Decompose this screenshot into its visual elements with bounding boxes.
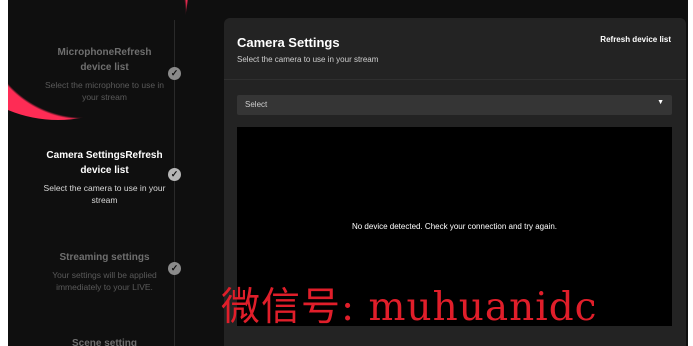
step-description: Select the microphone to use in your str… <box>44 80 165 102</box>
panel-title: Camera Settings <box>237 35 340 50</box>
step-description: Your settings will be applied immediatel… <box>52 270 157 292</box>
caret-down-icon: ▼ <box>657 99 664 106</box>
checkmark-icon: ✓ <box>168 168 181 181</box>
step-scene-setting[interactable]: Scene setting <box>42 336 167 346</box>
step-microphone[interactable]: MicrophoneRefresh device list Select the… <box>42 45 167 103</box>
step-title: Scene setting <box>71 338 138 346</box>
checkmark-icon: ✓ <box>168 67 181 80</box>
checkmark-icon: ✓ <box>168 262 181 275</box>
step-description: Select the camera to use in your stream <box>43 183 166 205</box>
watermark-text: 微信号: muhuanidc <box>221 285 598 330</box>
step-title: Camera SettingsRefresh device list <box>46 150 163 176</box>
camera-select-value: Select <box>245 100 268 109</box>
camera-select[interactable]: Select ▼ <box>237 95 672 115</box>
step-title: MicrophoneRefresh device list <box>57 47 152 73</box>
step-title: Streaming settings <box>59 252 150 263</box>
refresh-device-list-link[interactable]: Refresh device list <box>600 35 671 44</box>
setup-steps-sidebar: MicrophoneRefresh device list Select the… <box>8 0 188 346</box>
divider <box>224 79 686 80</box>
step-streaming-settings[interactable]: Streaming settings Your settings will be… <box>42 250 167 293</box>
no-device-message: No device detected. Check your connectio… <box>351 222 557 231</box>
step-camera-settings[interactable]: Camera SettingsRefresh device list Selec… <box>42 148 167 206</box>
panel-subtitle: Select the camera to use in your stream <box>237 55 379 64</box>
